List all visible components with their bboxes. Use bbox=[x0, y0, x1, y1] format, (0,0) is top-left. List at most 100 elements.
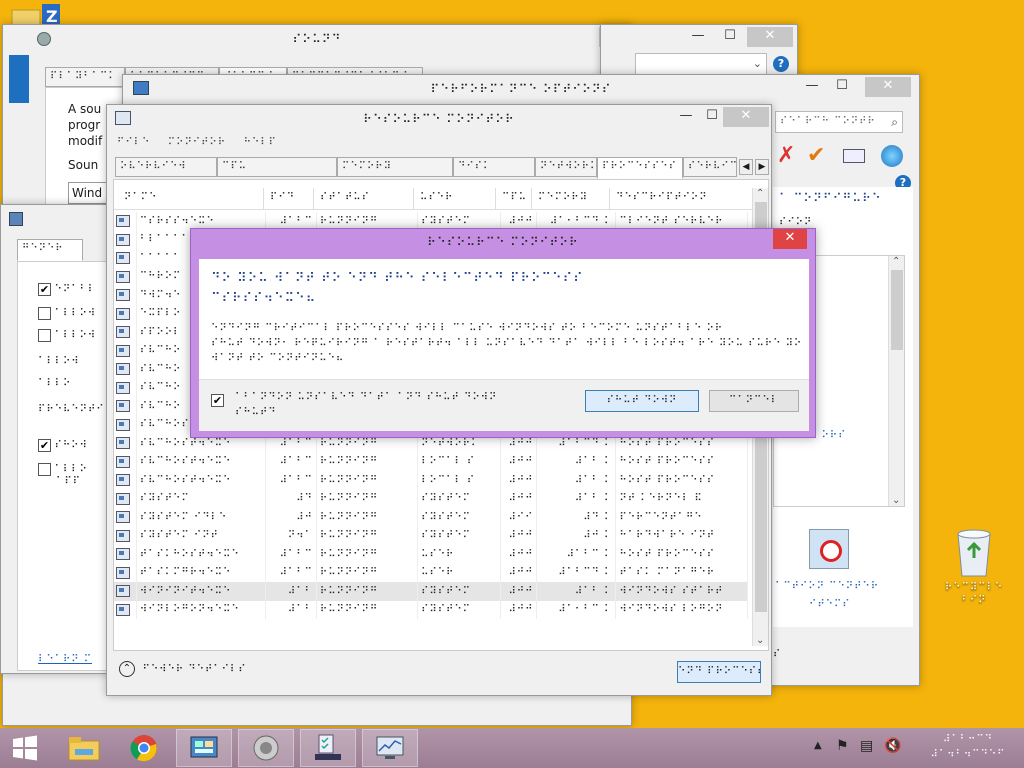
table-row[interactable]: ⠺⠊⠝⠊⠝⠊⠞⠲⠑⠭⠑ ⠼⠁⠃ ⠗⠥⠝⠝⠊⠝⠛ ⠎⠽⠎⠞⠑⠍ ⠼⠚⠚ ⠼⠁⠃ ⠅ ⠺⠊⠝⠙⠕… bbox=[114, 582, 748, 601]
table-cell: ⠎⠽⠎⠞⠑⠍ bbox=[417, 600, 502, 619]
process-icon bbox=[116, 418, 130, 431]
checkbox[interactable] bbox=[38, 462, 51, 476]
menu-monitor[interactable]: ⠍⠕⠝⠊⠞⠕⠗ bbox=[168, 137, 226, 148]
chevron-down-icon[interactable]: ⌄ bbox=[892, 495, 900, 506]
close-button[interactable]: ✕ bbox=[773, 229, 807, 249]
table-row[interactable]: ⠎⠽⠎⠞⠑⠍ ⠊⠙⠇⠑ ⠼⠚ ⠗⠥⠝⠝⠊⠝⠛ ⠎⠽⠎⠞⠑⠍ ⠼⠊⠊ ⠼⠙ ⠅ ⠏⠑⠗⠉⠑⠝⠞… bbox=[114, 508, 748, 527]
table-row[interactable]: ⠎⠧⠉⠓⠕⠎⠞⠲⠑⠭⠑ ⠼⠁⠃⠉ ⠗⠥⠝⠝⠊⠝⠛ ⠇⠕⠉⠁⠇ ⠎ ⠼⠚⠚ ⠼⠁⠃ ⠅ ⠓⠕⠎… bbox=[114, 471, 748, 490]
close-button[interactable]: ✕ bbox=[723, 107, 769, 127]
row-icon-cell bbox=[114, 267, 137, 286]
rm-titlebar[interactable]: ⠗⠑⠎⠕⠥⠗⠉⠑ ⠍⠕⠝⠊⠞⠕⠗ — ☐ ✕ bbox=[107, 105, 771, 133]
table-cell: ⠼⠚⠚ bbox=[500, 526, 538, 545]
confirm-dialog: ⠗⠑⠎⠕⠥⠗⠉⠑ ⠍⠕⠝⠊⠞⠕⠗ ✕ ⠙⠕ ⠽⠕⠥ ⠺⠁⠝⠞ ⠞⠕ ⠑⠝⠙ ⠞⠓… bbox=[190, 228, 816, 438]
scrollbar[interactable]: ⌃ ⌄ bbox=[888, 256, 904, 506]
table-row[interactable]: ⠎⠧⠉⠓⠕⠎⠞⠲⠑⠭⠑ ⠼⠁⠃⠉ ⠗⠥⠝⠝⠊⠝⠛ ⠇⠕⠉⠁⠇ ⠎ ⠼⠚⠚ ⠼⠁⠃ ⠅ ⠓⠕⠎… bbox=[114, 452, 748, 471]
checkbox-checked[interactable]: ✔ bbox=[38, 438, 51, 452]
close-button[interactable]: ✕ bbox=[865, 77, 911, 97]
close-button[interactable]: ✕ bbox=[747, 27, 793, 47]
col-description[interactable]: ⠙⠑⠎⠉⠗⠊⠏⠞⠊⠕⠝ bbox=[610, 188, 754, 209]
table-cell: ⠺⠊⠝⠇⠕⠛⠕⠝⠲⠑⠭⠑ bbox=[136, 600, 267, 619]
chevron-up-icon[interactable]: ⌃ bbox=[756, 188, 764, 199]
taskbar-sound[interactable] bbox=[238, 729, 294, 767]
checkbox-checked[interactable]: ✔ bbox=[38, 282, 51, 296]
maximize-button[interactable]: ☐ bbox=[715, 27, 745, 47]
action-center-label-2[interactable]: ⠊⠞⠑⠍⠎ bbox=[809, 599, 851, 610]
settings-titlebar[interactable]: ⠏⠑⠗⠋⠕⠗⠍⠁⠝⠉⠑ ⠕⠏⠞⠊⠕⠝⠎ — ☐ ✕ bbox=[123, 75, 919, 103]
action-center-label-1[interactable]: ⠁⠉⠞⠊⠕⠝ ⠉⠑⠝⠞⠑⠗ bbox=[775, 581, 879, 592]
table-cell: ⠓⠁⠗⠙⠺⠁⠗⠑ ⠊⠝⠞ bbox=[615, 526, 748, 545]
tab-playback[interactable]: ⠏⠇⠁⠽⠃⠁⠉⠅ bbox=[45, 67, 125, 87]
end-process-button[interactable]: ⠑⠝⠙ ⠏⠗⠕⠉⠑⠎⠎ bbox=[677, 661, 761, 683]
table-cell: ⠺⠊⠝⠊⠝⠊⠞⠲⠑⠭⠑ bbox=[136, 582, 267, 601]
fewer-details[interactable]: ⌃ ⠋⠑⠺⠑⠗ ⠙⠑⠞⠁⠊⠇⠎ bbox=[119, 661, 247, 681]
properties-icon[interactable] bbox=[843, 149, 865, 163]
settings-search[interactable]: ⠎⠑⠁⠗⠉⠓ ⠉⠕⠝⠞⠗ ⌕ bbox=[775, 111, 903, 133]
option-row-4[interactable]: ✔ ⠎⠓⠕⠺ bbox=[38, 438, 88, 452]
checkbox[interactable] bbox=[38, 306, 51, 320]
chevron-up-icon[interactable]: ⌃ bbox=[892, 256, 900, 267]
maximize-button[interactable]: ☐ bbox=[827, 77, 857, 97]
network-icon[interactable]: ▤ bbox=[860, 738, 873, 754]
option-row-3[interactable]: ⠁⠇⠇⠕⠺ bbox=[38, 328, 96, 342]
action-center-icon[interactable] bbox=[809, 529, 849, 569]
show-hidden-icons[interactable]: ▲ bbox=[814, 740, 822, 751]
col-status[interactable]: ⠎⠞⠁⠞⠥⠎ bbox=[314, 188, 414, 209]
tab-services[interactable]: ⠎⠑⠗⠧⠊⠉⠑⠎ bbox=[683, 157, 737, 177]
row-icon-cell bbox=[114, 600, 137, 619]
taskbar-chrome[interactable] bbox=[116, 729, 172, 767]
tab-processes[interactable]: ⠏⠗⠕⠉⠑⠎⠎⠑⠎ bbox=[597, 157, 683, 179]
table-cell: ⠼⠁⠃ ⠅ bbox=[536, 452, 617, 471]
tab-network[interactable]: ⠝⠑⠞⠺⠕⠗⠅ bbox=[535, 157, 597, 177]
process-icon bbox=[116, 400, 130, 413]
sound-titlebar[interactable]: ⠎⠕⠥⠝⠙ ✕ bbox=[3, 25, 631, 53]
tab-scroll-right[interactable]: ▶ bbox=[755, 159, 769, 175]
table-row[interactable]: ⠎⠽⠎⠞⠑⠍ ⠼⠙ ⠗⠥⠝⠝⠊⠝⠛ ⠎⠽⠎⠞⠑⠍ ⠼⠚⠚ ⠼⠁⠃ ⠅ ⠝⠞ ⠅⠑⠗⠝⠑⠇ ⠯ bbox=[114, 489, 748, 508]
tab-overview[interactable]: ⠕⠧⠑⠗⠧⠊⠑⠺ bbox=[115, 157, 217, 177]
table-cell: ⠞⠁⠎⠅⠍⠛⠗⠲⠑⠭⠑ bbox=[136, 563, 267, 582]
table-row[interactable]: ⠞⠁⠎⠅⠍⠛⠗⠲⠑⠭⠑ ⠼⠁⠃⠉ ⠗⠥⠝⠝⠊⠝⠛ ⠥⠎⠑⠗ ⠼⠚⠚ ⠼⠁⠃⠉⠙ ⠅ ⠞⠁⠎⠅… bbox=[114, 563, 748, 582]
col-memory[interactable]: ⠍⠑⠍⠕⠗⠽ bbox=[532, 188, 610, 209]
recycle-bin[interactable]: ⠗⠑⠉⠽⠉⠇⠑ ⠃⠊⠝ bbox=[936, 526, 1012, 606]
taskbar-resource-monitor[interactable] bbox=[362, 729, 418, 767]
help-icon[interactable]: ? bbox=[773, 56, 789, 72]
col-name[interactable]: ⠝⠁⠍⠑ bbox=[114, 188, 264, 209]
taskbar-task-manager[interactable] bbox=[300, 729, 356, 767]
taskbar-control-panel[interactable] bbox=[176, 729, 232, 767]
scrollbar-thumb[interactable] bbox=[891, 270, 903, 350]
delete-icon[interactable]: ✗ bbox=[777, 143, 795, 168]
learn-more-link[interactable]: ⠇⠑⠁⠗⠝ ⠍ bbox=[38, 654, 92, 665]
address-bar[interactable]: ⌄ bbox=[635, 53, 767, 75]
table-cell: ⠼⠁⠃⠉ bbox=[265, 563, 317, 582]
tab-disk[interactable]: ⠙⠊⠎⠅ bbox=[453, 157, 535, 177]
table-row[interactable]: ⠎⠽⠎⠞⠑⠍ ⠊⠝⠞ ⠝⠲⠁ ⠗⠥⠝⠝⠊⠝⠛ ⠎⠽⠎⠞⠑⠍ ⠼⠚⠚ ⠼⠚ ⠅ ⠓⠁⠗⠙⠺⠁⠗… bbox=[114, 526, 748, 545]
checkbox[interactable] bbox=[38, 328, 51, 342]
col-user[interactable]: ⠥⠎⠑⠗ bbox=[414, 188, 496, 209]
abandon-checkbox[interactable]: ✔ bbox=[211, 394, 224, 407]
rm-menubar: ⠋⠊⠇⠑ ⠍⠕⠝⠊⠞⠕⠗ ⠓⠑⠇⠏ bbox=[117, 135, 277, 151]
shut-down-button[interactable]: ⠎⠓⠥⠞ ⠙⠕⠺⠝ bbox=[585, 390, 699, 412]
volume-muted-icon[interactable]: 🔇 bbox=[884, 738, 901, 754]
tab-general[interactable]: ⠛⠑⠝⠑⠗ bbox=[17, 239, 83, 261]
tab-cpu[interactable]: ⠉⠏⠥ bbox=[217, 157, 337, 177]
option-row-5[interactable]: ⠁⠇⠇⠕ bbox=[38, 462, 88, 476]
minimize-button[interactable]: — bbox=[797, 77, 827, 97]
col-cpu[interactable]: ⠉⠏⠥ bbox=[496, 188, 532, 209]
clock[interactable]: ⠼⠁⠃⠒⠉⠙ ⠼⠁⠲⠃⠲⠉⠙⠑⠋ bbox=[918, 732, 1018, 764]
tab-scroll-left[interactable]: ◀ bbox=[739, 159, 753, 175]
menu-file[interactable]: ⠋⠊⠇⠑ bbox=[117, 137, 150, 148]
chevron-down-icon[interactable]: ⌄ bbox=[756, 635, 764, 646]
taskbar-file-explorer[interactable] bbox=[56, 729, 112, 767]
table-row[interactable]: ⠺⠊⠝⠇⠕⠛⠕⠝⠲⠑⠭⠑ ⠼⠁⠃ ⠗⠥⠝⠝⠊⠝⠛ ⠎⠽⠎⠞⠑⠍ ⠼⠚⠚ ⠼⠁⠂⠃⠉ ⠅ ⠺⠊… bbox=[114, 600, 748, 619]
check-icon[interactable]: ✔ bbox=[807, 143, 825, 168]
globe-icon[interactable] bbox=[881, 145, 903, 167]
start-button[interactable] bbox=[0, 729, 50, 767]
menu-help[interactable]: ⠓⠑⠇⠏ bbox=[244, 137, 277, 148]
tab-memory[interactable]: ⠍⠑⠍⠕⠗⠽ bbox=[337, 157, 453, 177]
table-row[interactable]: ⠞⠁⠎⠅⠓⠕⠎⠞⠲⠑⠭⠑ ⠼⠁⠃⠉ ⠗⠥⠝⠝⠊⠝⠛ ⠥⠎⠑⠗ ⠼⠚⠚ ⠼⠁⠃⠉ ⠅ ⠓⠕⠎⠞… bbox=[114, 545, 748, 564]
cancel-button[interactable]: ⠉⠁⠝⠉⠑⠇ bbox=[709, 390, 799, 412]
action-center-flag-icon[interactable]: ⚑ bbox=[836, 738, 849, 754]
option-row-2[interactable]: ⠁⠇⠇⠕⠺ bbox=[38, 306, 96, 320]
minimize-button[interactable]: — bbox=[683, 27, 713, 47]
col-pid[interactable]: ⠏⠊⠙ bbox=[264, 188, 314, 209]
option-row-1[interactable]: ✔ ⠑⠝⠁⠃⠇ bbox=[38, 282, 96, 296]
